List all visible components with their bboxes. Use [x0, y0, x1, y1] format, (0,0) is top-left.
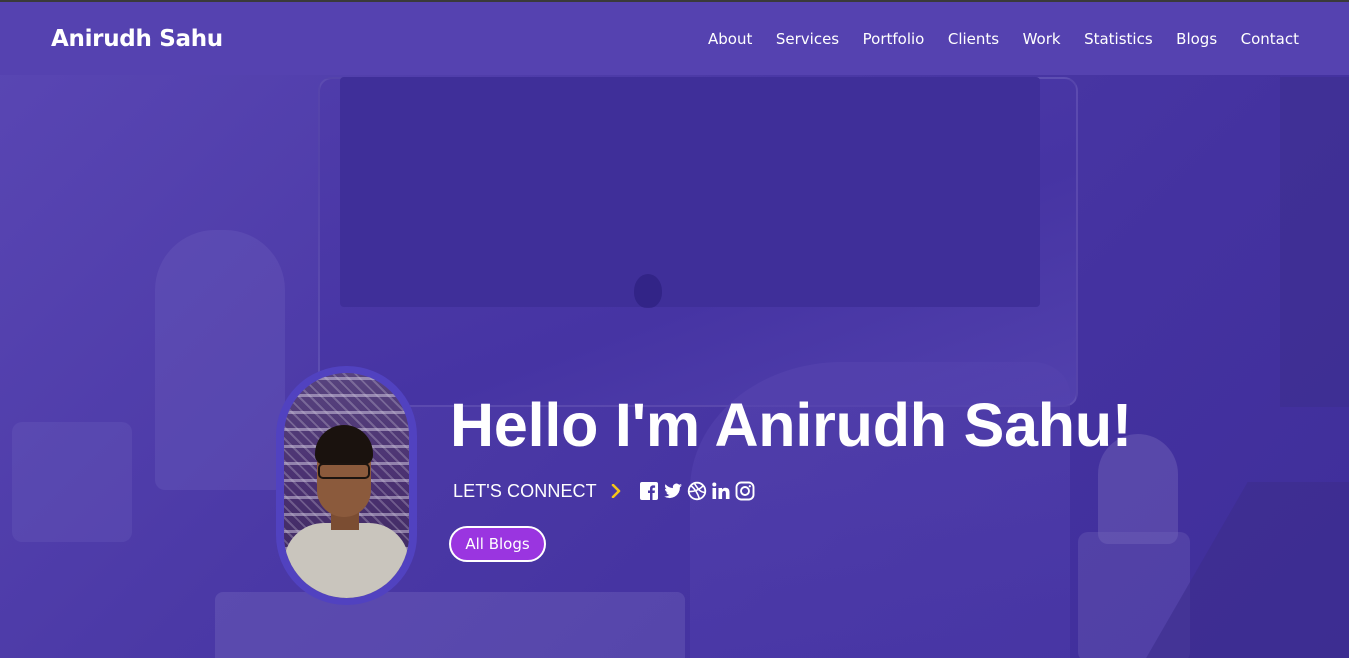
- bg-monitor-screen: [340, 77, 1040, 307]
- twitter-icon[interactable]: [663, 481, 683, 501]
- social-links: [639, 481, 755, 501]
- photo-shirt: [284, 523, 409, 598]
- facebook-icon[interactable]: [639, 481, 659, 501]
- hero-background-image: [0, 2, 1349, 658]
- nav-link-portfolio[interactable]: Portfolio: [863, 30, 925, 48]
- chevron-right-icon: [608, 484, 624, 498]
- dribbble-icon[interactable]: [687, 481, 707, 501]
- instagram-icon[interactable]: [735, 481, 755, 501]
- bg-pencil-cup: [12, 422, 132, 542]
- nav-link-about[interactable]: About: [708, 30, 752, 48]
- nav-link-statistics[interactable]: Statistics: [1084, 30, 1153, 48]
- hero-title: Hello I'm Anirudh Sahu!: [450, 391, 1133, 459]
- top-navbar: Anirudh Sahu About Services Portfolio Cl…: [0, 2, 1349, 75]
- bg-keyboard: [215, 592, 685, 658]
- connect-row: LET'S CONNECT: [453, 479, 755, 503]
- connect-label: LET'S CONNECT: [453, 480, 597, 501]
- bg-lamp: [155, 230, 285, 490]
- nav-link-contact[interactable]: Contact: [1241, 30, 1299, 48]
- bg-right-monitor: [1280, 77, 1349, 407]
- brand-logo[interactable]: Anirudh Sahu: [51, 26, 223, 52]
- main-nav: About Services Portfolio Clients Work St…: [685, 30, 1299, 48]
- linkedin-icon[interactable]: [711, 481, 731, 501]
- nav-link-clients[interactable]: Clients: [948, 30, 999, 48]
- nav-link-blogs[interactable]: Blogs: [1176, 30, 1217, 48]
- nav-link-services[interactable]: Services: [776, 30, 839, 48]
- bg-apple-logo: [634, 274, 662, 308]
- all-blogs-button[interactable]: All Blogs: [449, 526, 546, 562]
- profile-photo-frame: [276, 366, 417, 605]
- nav-link-work[interactable]: Work: [1023, 30, 1061, 48]
- profile-photo: [284, 373, 409, 598]
- photo-glasses: [318, 463, 370, 479]
